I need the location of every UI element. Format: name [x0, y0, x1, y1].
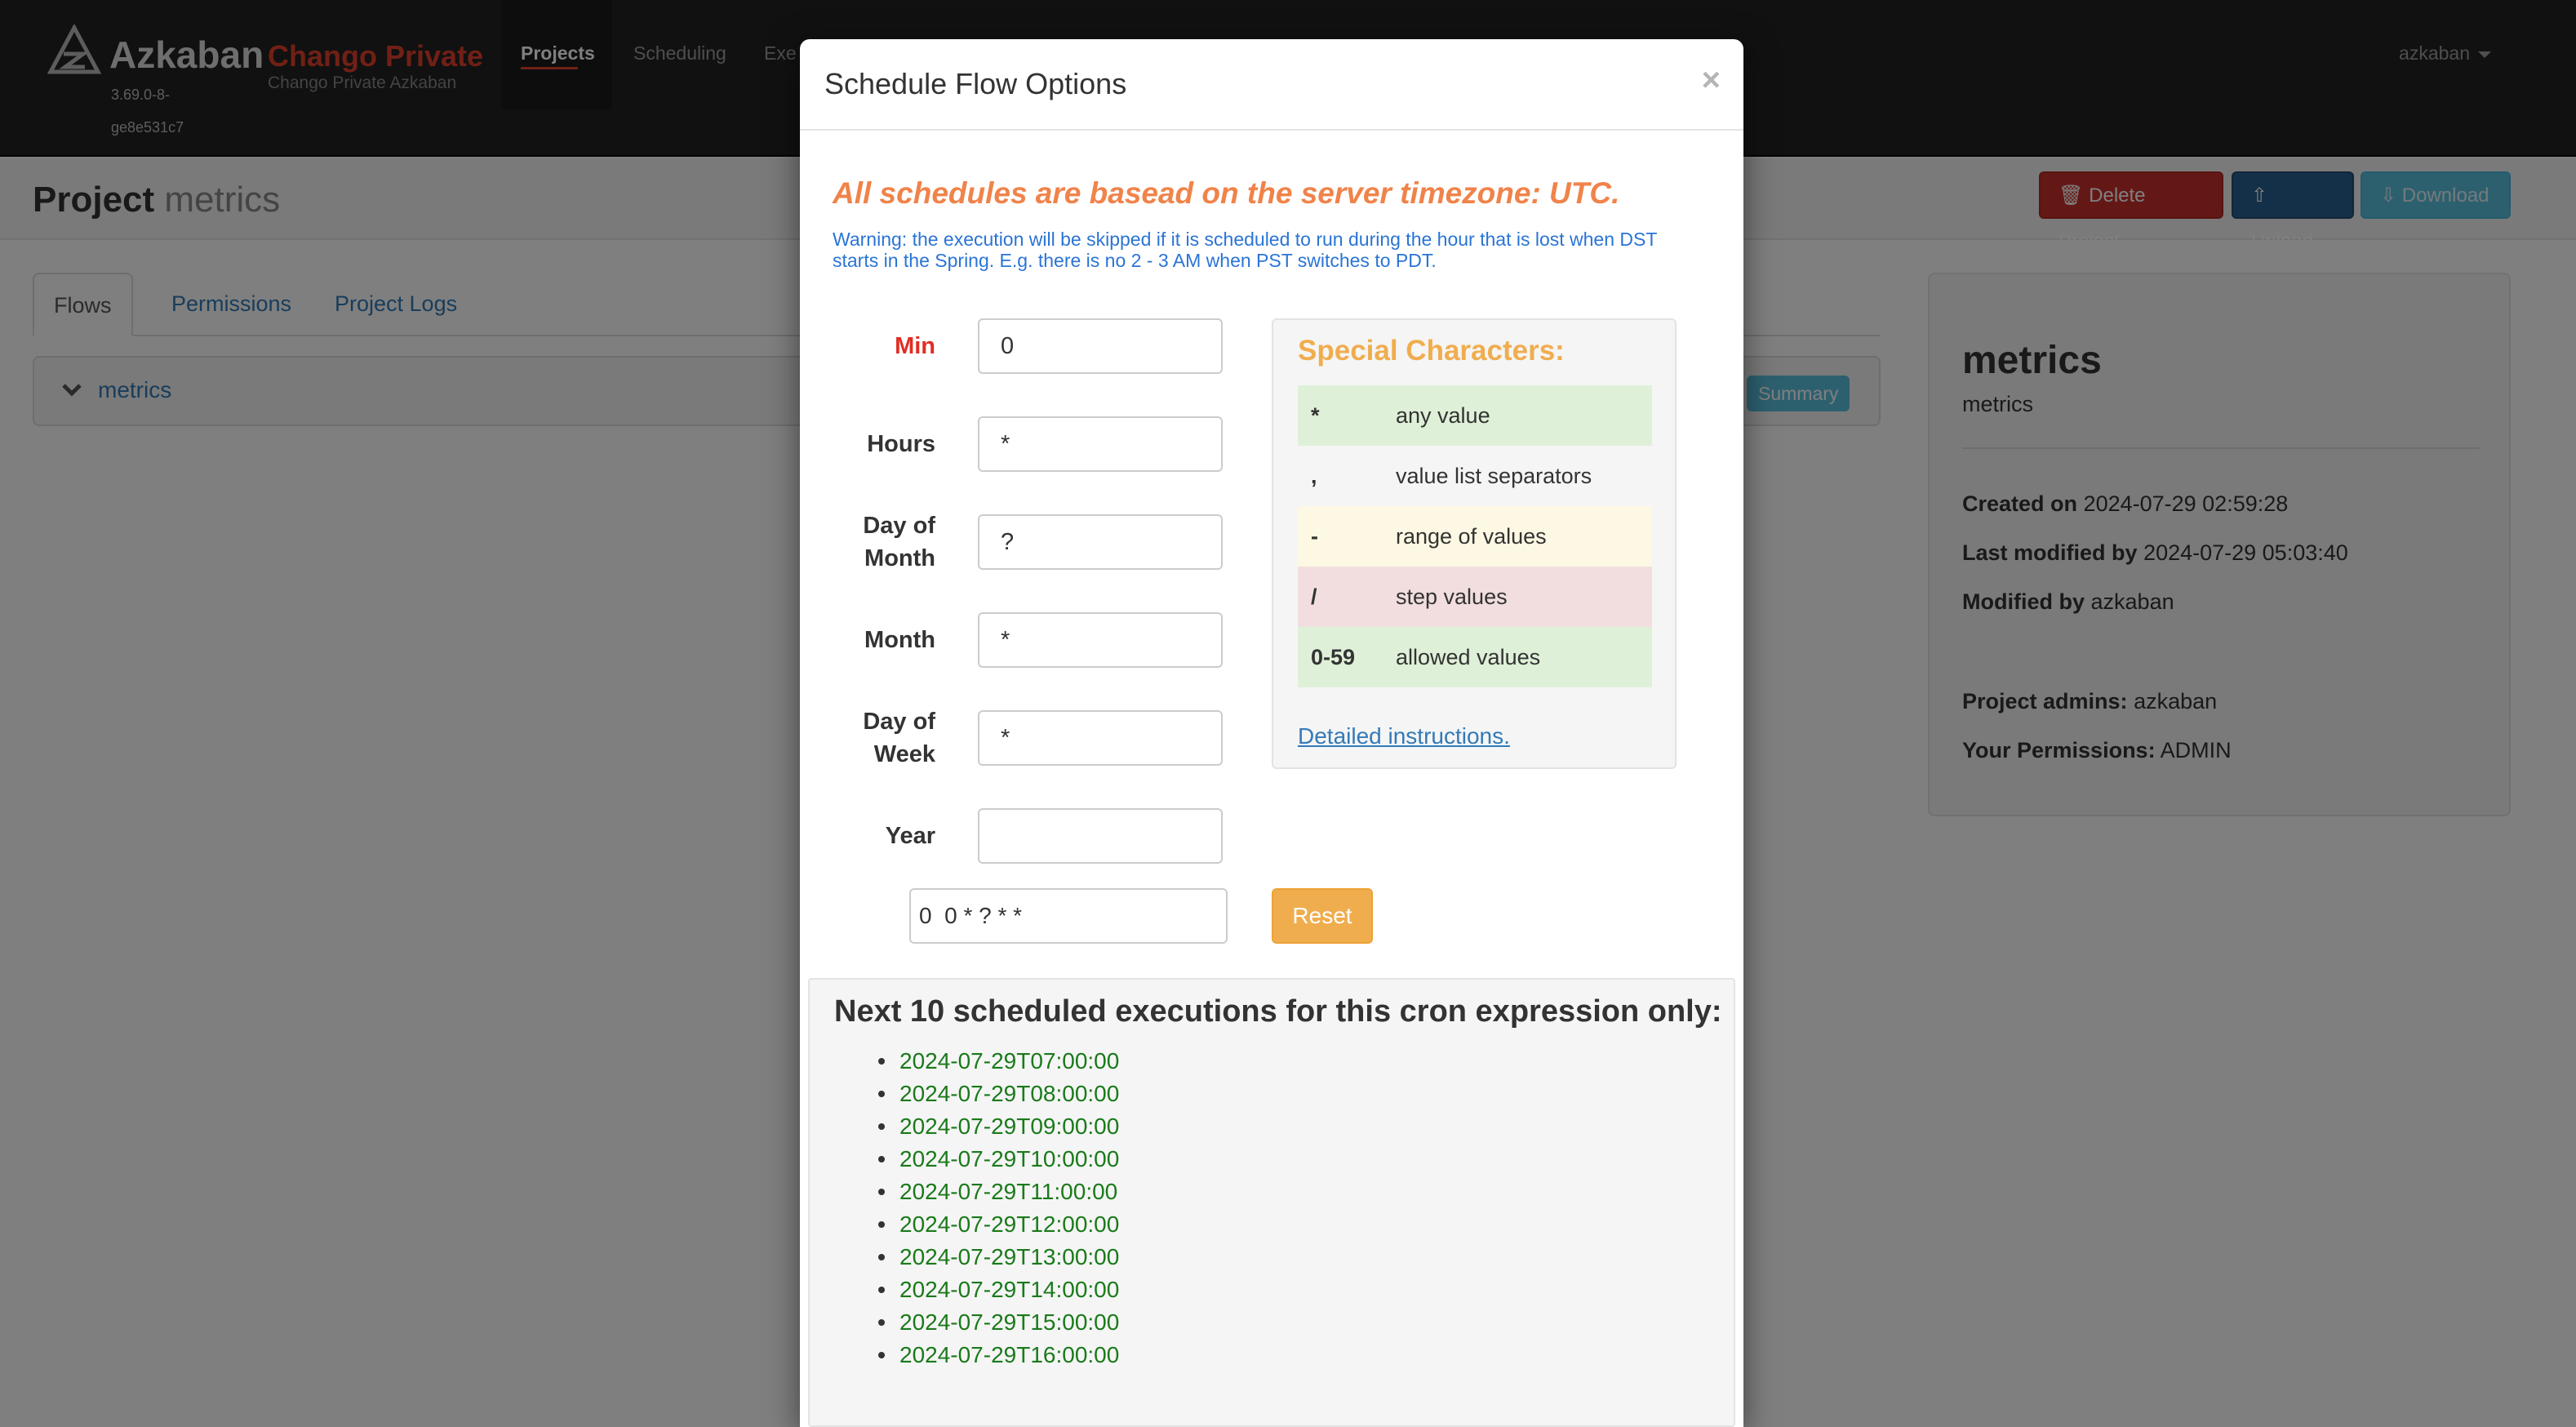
close-icon[interactable]: ×	[1702, 62, 1721, 99]
list-item: 2024-07-29T09:00:00	[810, 1110, 1119, 1143]
next-executions-title: Next 10 scheduled executions for this cr…	[834, 994, 1722, 1029]
dst-warning: Warning: the execution will be skipped i…	[833, 229, 1657, 271]
list-item: 2024-07-29T10:00:00	[810, 1143, 1119, 1176]
modal-title: Schedule Flow Options	[824, 67, 1127, 100]
list-item: 2024-07-29T16:00:00	[810, 1339, 1119, 1371]
timezone-note: All schedules are basead on the server t…	[833, 176, 1620, 210]
special-char-row: * any value	[1298, 385, 1652, 446]
list-item: 2024-07-29T08:00:00	[810, 1078, 1119, 1110]
schedule-flow-modal: Schedule Flow Options × All schedules ar…	[800, 39, 1743, 1427]
list-item: 2024-07-29T07:00:00	[810, 1045, 1119, 1078]
cron-expression-input[interactable]	[909, 888, 1228, 944]
list-item: 2024-07-29T12:00:00	[810, 1208, 1119, 1241]
list-item: 2024-07-29T14:00:00	[810, 1274, 1119, 1306]
special-char-row: , value list separators	[1311, 464, 1592, 488]
hours-label: Hours	[867, 431, 935, 457]
list-item: 2024-07-29T13:00:00	[810, 1241, 1119, 1274]
day-of-week-input[interactable]	[978, 710, 1223, 766]
next-executions-panel: Next 10 scheduled executions for this cr…	[808, 978, 1735, 1427]
next-executions-list: 2024-07-29T07:00:00 2024-07-29T08:00:00 …	[810, 1045, 1119, 1371]
year-input[interactable]	[978, 808, 1223, 864]
month-label: Month	[864, 627, 935, 653]
month-input[interactable]	[978, 612, 1223, 668]
day-of-month-label: Day of Month	[863, 513, 935, 571]
special-char-row: 0-59 allowed values	[1298, 627, 1652, 687]
special-char-row: / step values	[1298, 567, 1652, 627]
special-characters-box: Special Characters: * any value , value li…	[1272, 318, 1677, 769]
year-label: Year	[885, 823, 935, 849]
special-char-row: - range of values	[1298, 506, 1652, 567]
day-of-week-label: Day of Week	[863, 709, 935, 767]
hours-input[interactable]	[978, 416, 1223, 472]
list-item: 2024-07-29T11:00:00	[810, 1176, 1119, 1208]
detailed-instructions-link[interactable]: Detailed instructions.	[1298, 723, 1510, 749]
min-label: Min	[895, 333, 935, 359]
special-characters-title: Special Characters:	[1298, 335, 1565, 367]
reset-button[interactable]: Reset	[1272, 888, 1373, 944]
list-item: 2024-07-29T15:00:00	[810, 1306, 1119, 1339]
day-of-month-input[interactable]	[978, 514, 1223, 570]
modal-header: Schedule Flow Options ×	[800, 39, 1743, 131]
min-input[interactable]	[978, 318, 1223, 374]
